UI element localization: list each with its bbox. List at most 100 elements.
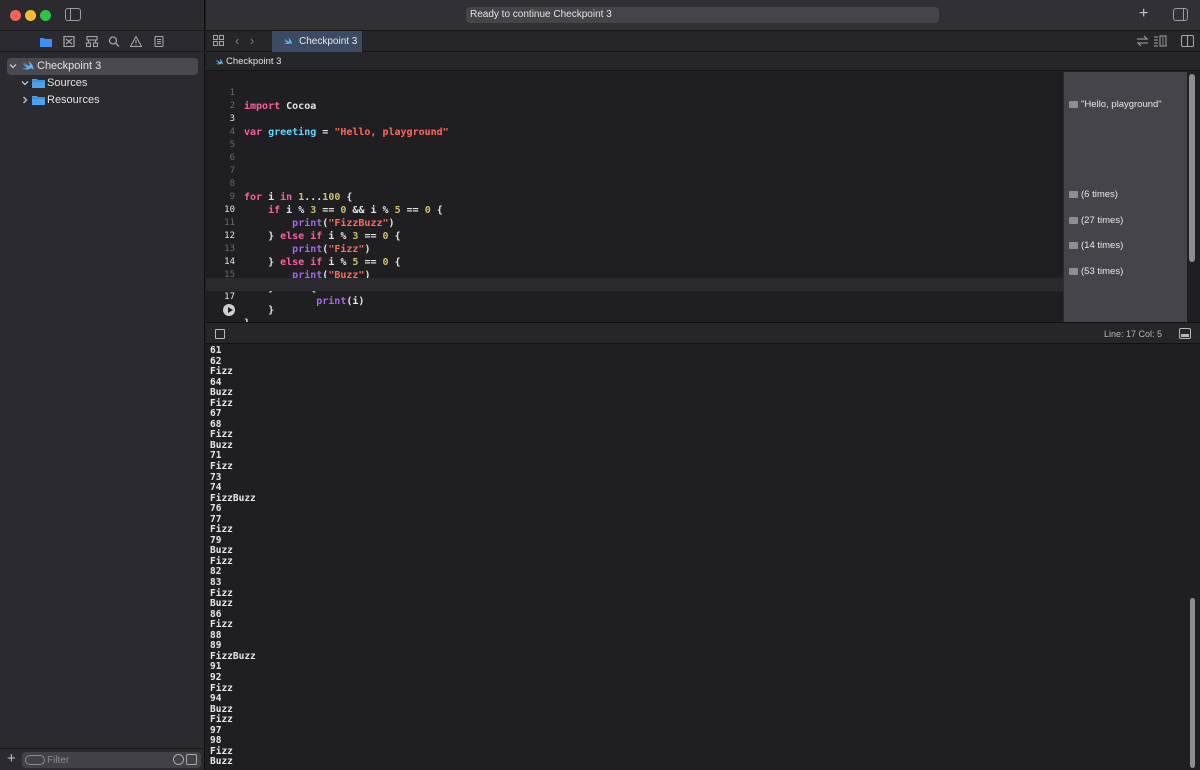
code-line-current: 17 } — [206, 278, 1063, 316]
tree-item-label: Sources — [47, 77, 88, 89]
split-editor-icon[interactable] — [1181, 35, 1194, 47]
back-chevron-icon[interactable]: ‹ — [235, 33, 239, 48]
related-items-grid-icon[interactable] — [213, 35, 224, 46]
console-line: 94 — [210, 693, 222, 705]
filter-input[interactable] — [47, 752, 167, 768]
console-line: 67 — [210, 408, 222, 420]
result-item[interactable]: (14 times) — [1069, 239, 1123, 252]
console-line: Fizz — [210, 366, 233, 378]
console-line: Fizz — [210, 714, 233, 726]
code-editor[interactable]: 1 import Cocoa 2 3 var greeting = "Hello… — [206, 72, 1063, 329]
symbol-hierarchy-icon[interactable] — [86, 36, 98, 47]
close-window-button[interactable] — [10, 10, 21, 21]
tree-item-resources[interactable]: Resources — [0, 92, 205, 109]
source-control-icon[interactable] — [63, 36, 75, 47]
quick-look-icon[interactable] — [1069, 216, 1078, 224]
console-line: FizzBuzz — [210, 492, 256, 504]
forward-chevron-icon[interactable]: › — [250, 33, 254, 48]
main-area: Ready to continue Checkpoint 3 + ‹ › Che… — [206, 0, 1200, 770]
console-scrollbar[interactable] — [1190, 598, 1195, 768]
folder-icon[interactable] — [40, 36, 52, 47]
console-line: Fizz — [210, 619, 233, 631]
console-line: 73 — [210, 471, 222, 483]
folder-icon — [32, 96, 45, 105]
inspector-toggle-icon[interactable] — [1173, 8, 1188, 21]
editor-scrollbar[interactable] — [1189, 74, 1195, 262]
console-line: Fizz — [210, 587, 233, 599]
console-line: Buzz — [210, 545, 233, 557]
console-line: 79 — [210, 534, 222, 546]
editor-tab-bar: ‹ › Checkpoint 3 — [206, 30, 1200, 52]
result-item[interactable]: (27 times) — [1069, 214, 1123, 227]
result-item[interactable]: "Hello, playground" — [1069, 98, 1162, 111]
console-line: 83 — [210, 577, 222, 589]
chevron-down-icon[interactable] — [21, 79, 29, 87]
console-line: 97 — [210, 724, 222, 736]
jump-bar[interactable]: Checkpoint 3 — [206, 52, 1200, 71]
zoom-window-button[interactable] — [40, 10, 51, 21]
filter-field-container — [22, 752, 201, 768]
code-line: 11 } else if i % 3 == 0 { — [206, 204, 1063, 242]
console-line: Buzz — [210, 756, 233, 768]
code-line: 6 — [206, 139, 1063, 163]
results-sidebar: "Hello, playground" (6 times) (27 times)… — [1063, 72, 1187, 322]
report-icon[interactable] — [153, 36, 165, 47]
swap-arrows-icon[interactable] — [1136, 35, 1149, 47]
console-line: Fizz — [210, 524, 233, 536]
issue-warning-icon[interactable] — [130, 36, 142, 47]
swift-icon — [215, 58, 223, 65]
result-item[interactable]: (6 times) — [1069, 188, 1118, 201]
code-line: 9 if i % 3 == 0 && i % 5 == 0 { — [206, 178, 1063, 216]
quick-look-icon[interactable] — [1069, 267, 1078, 275]
navigator-filter-bar: + — [0, 748, 205, 770]
swift-icon — [283, 37, 292, 45]
activity-viewer: Ready to continue Checkpoint 3 — [466, 7, 939, 23]
console-line: Fizz — [210, 745, 233, 757]
filter-options-icon[interactable] — [25, 755, 45, 765]
tree-item-checkpoint-3[interactable]: Checkpoint 3 — [7, 58, 198, 75]
code-line: 7 — [206, 152, 1063, 176]
cursor-position: Line: 17 Col: 5 — [1104, 329, 1163, 339]
console-line: 64 — [210, 376, 222, 388]
console-line: 76 — [210, 503, 222, 515]
console-output[interactable]: 61 62 Fizz 64 Buzz Fizz 67 68 Fizz Buzz 71 Fizz 73 74… — [206, 344, 1200, 770]
minimize-window-button[interactable] — [25, 10, 36, 21]
console-toggle-icon[interactable] — [1179, 328, 1191, 339]
console-line: 77 — [210, 513, 222, 525]
window-controls — [0, 0, 205, 30]
project-navigator: Checkpoint 3 Sources Resources — [0, 58, 205, 109]
tree-item-sources[interactable]: Sources — [0, 75, 205, 92]
console-line: Fizz — [210, 429, 233, 441]
run-playground-button[interactable] — [223, 304, 235, 316]
window-toolbar: Ready to continue Checkpoint 3 + — [206, 0, 1200, 30]
code-line: 10 print("FizzBuzz") — [206, 191, 1063, 229]
folder-icon — [32, 79, 45, 88]
sidebar-toggle-icon[interactable] — [65, 8, 81, 21]
console-line: 74 — [210, 482, 222, 494]
result-item[interactable]: (53 times) — [1069, 265, 1123, 278]
find-icon[interactable] — [108, 36, 120, 47]
console-line: 98 — [210, 735, 222, 747]
swift-icon — [22, 60, 34, 70]
quick-look-icon[interactable] — [1069, 100, 1078, 108]
chevron-down-icon[interactable] — [9, 62, 17, 70]
add-file-button[interactable]: + — [7, 750, 16, 767]
source-control-filter-icon[interactable] — [186, 754, 197, 765]
code-line: 8 for i in 1...100 { — [206, 165, 1063, 203]
editor-options-icon[interactable] — [1154, 35, 1167, 47]
console-line: Buzz — [210, 598, 233, 610]
code-line: 5 — [206, 126, 1063, 150]
console-line: Buzz — [210, 703, 233, 715]
quick-look-icon[interactable] — [1069, 241, 1078, 249]
navigator-sidebar: Checkpoint 3 Sources Resources + — [0, 0, 205, 770]
hide-debug-area-icon[interactable] — [215, 329, 225, 339]
console-line: 68 — [210, 418, 222, 430]
code-line: 15 } else { — [206, 256, 1063, 294]
tree-item-label: Checkpoint 3 — [37, 60, 102, 72]
library-add-button[interactable]: + — [1139, 5, 1148, 23]
tab-checkpoint-3[interactable]: Checkpoint 3 — [272, 31, 362, 52]
chevron-right-icon[interactable] — [21, 96, 29, 104]
recent-files-icon[interactable] — [173, 754, 184, 765]
quick-look-icon[interactable] — [1069, 190, 1078, 198]
console-line: 82 — [210, 566, 222, 578]
